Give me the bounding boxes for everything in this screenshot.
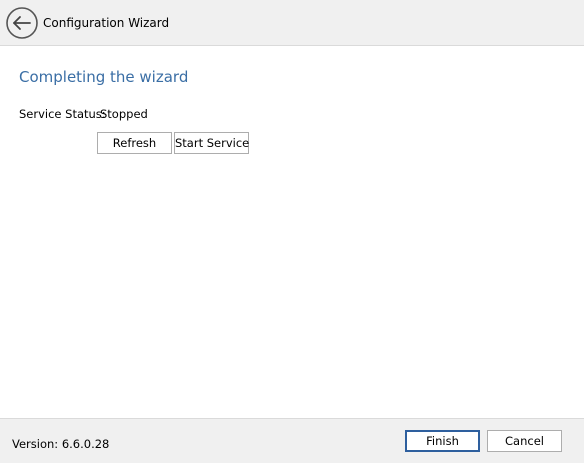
wizard-header: Configuration Wizard	[0, 0, 584, 46]
cancel-button[interactable]: Cancel	[487, 430, 562, 452]
service-status-value: Stopped	[100, 107, 148, 121]
wizard-footer: Version: 6.6.0.28 Finish Cancel	[0, 418, 584, 463]
page-heading: Completing the wizard	[19, 68, 189, 86]
refresh-button[interactable]: Refresh	[97, 132, 172, 154]
start-service-button[interactable]: Start Service	[174, 132, 249, 154]
version-text: Version: 6.6.0.28	[12, 437, 110, 451]
finish-button[interactable]: Finish	[405, 430, 480, 452]
window-title: Configuration Wizard	[43, 16, 170, 30]
back-arrow-icon	[6, 7, 38, 39]
service-status-label: Service Status:	[19, 107, 106, 121]
back-button[interactable]	[6, 7, 38, 39]
